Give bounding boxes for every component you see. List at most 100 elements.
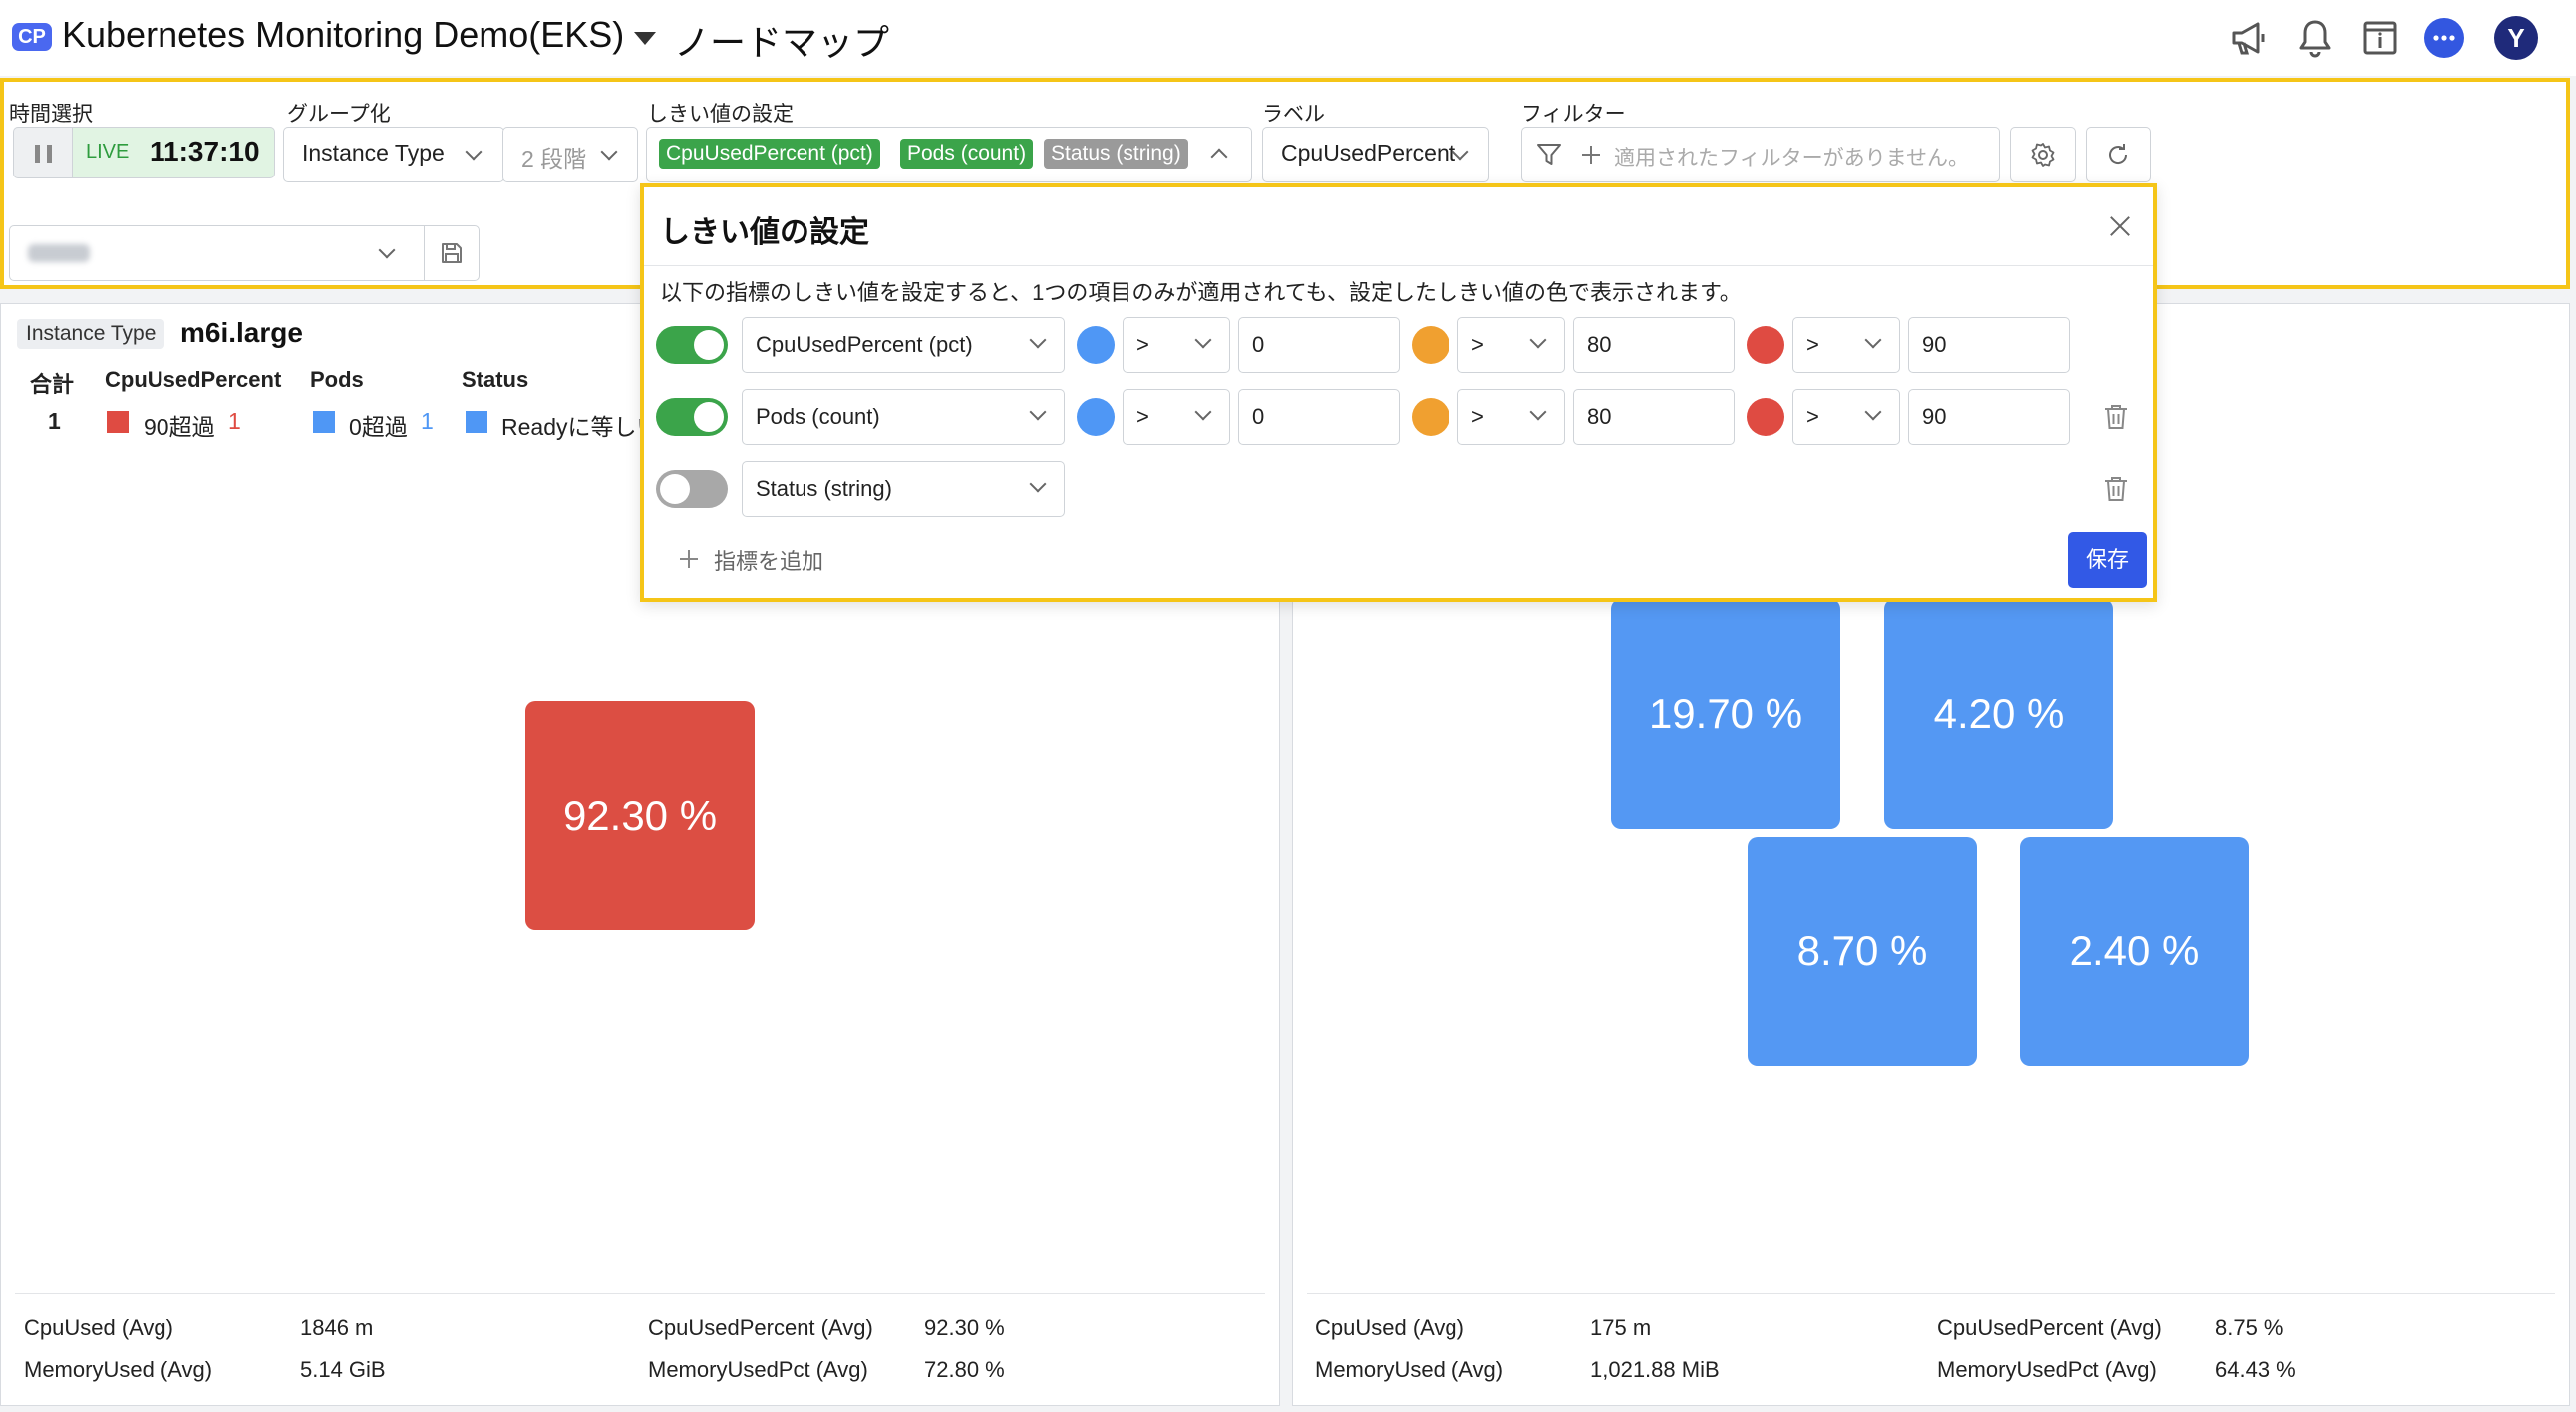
threshold-value: 90 <box>1922 404 1947 429</box>
node-tile[interactable]: 4.20 % <box>1884 599 2113 829</box>
group-by-select[interactable]: Instance Type <box>283 127 504 182</box>
label-value: CpuUsedPercent <box>1281 140 1456 166</box>
chevron-down-icon <box>1194 403 1212 421</box>
color-dot-orange[interactable] <box>1412 326 1449 364</box>
close-icon[interactable] <box>2105 211 2135 241</box>
threshold-toggle[interactable] <box>656 398 728 436</box>
threshold-value-input[interactable]: 0 <box>1238 317 1400 373</box>
label-label: ラベル <box>1262 103 1325 126</box>
color-dot-red[interactable] <box>1747 326 1784 364</box>
stat-label: CpuUsedPercent (Avg) <box>1937 1315 2162 1340</box>
refresh-button[interactable] <box>2086 127 2151 182</box>
info-panel-icon[interactable] <box>2356 14 2404 62</box>
threshold-settings-popup: しきい値の設定 以下の指標のしきい値を設定すると、1つの項目のみが適用されても、… <box>640 183 2157 602</box>
group-name: m6i.large <box>180 317 303 348</box>
color-dot-red[interactable] <box>1747 398 1784 436</box>
group-depth-select[interactable]: 2 段階 <box>502 127 638 182</box>
gear-icon <box>2031 143 2055 167</box>
threshold-chip[interactable]: Status (string) <box>1044 139 1188 169</box>
threshold-value-input[interactable]: 90 <box>1908 389 2070 445</box>
filter-placeholder: 適用されたフィルターがありません。 <box>1614 147 1969 170</box>
live-time: 11:37:10 <box>150 136 260 167</box>
operator-select[interactable]: > <box>1792 389 1900 445</box>
legend-total-value: 1 <box>48 408 61 434</box>
threshold-chip[interactable]: CpuUsedPercent (pct) <box>659 139 880 169</box>
metric-select[interactable]: Status (string) <box>742 461 1065 517</box>
live-time-display[interactable]: LIVE 11:37:10 <box>72 127 275 178</box>
group-depth-value: 2 段階 <box>521 146 587 172</box>
threshold-toggle[interactable] <box>656 326 728 364</box>
save-view-button[interactable] <box>424 225 480 281</box>
blurred-view-name <box>28 244 90 262</box>
group-by-value: Instance Type <box>302 140 445 166</box>
color-dot-blue[interactable] <box>1077 326 1115 364</box>
threshold-toggle[interactable] <box>656 470 728 508</box>
stat-value: 1846 m <box>300 1315 374 1340</box>
stat-value: 72.80 % <box>924 1357 1005 1382</box>
operator-select[interactable]: > <box>1123 389 1230 445</box>
group-type-badge: Instance Type <box>17 319 165 349</box>
operator-select[interactable]: > <box>1457 317 1565 373</box>
plus-icon[interactable] <box>678 548 700 570</box>
filter-label: フィルター <box>1521 103 1626 126</box>
node-tile[interactable]: 92.30 % <box>525 701 755 930</box>
threshold-value: 80 <box>1587 404 1612 429</box>
stat-value: 175 m <box>1590 1315 1652 1340</box>
refresh-icon <box>2109 144 2128 164</box>
settings-button[interactable] <box>2010 127 2076 182</box>
operator-select[interactable]: > <box>1123 317 1230 373</box>
filter-input[interactable]: 適用されたフィルターがありません。 <box>1521 127 2000 182</box>
threshold-value-input[interactable]: 0 <box>1238 389 1400 445</box>
threshold-value: 90 <box>1922 332 1947 357</box>
bell-icon[interactable] <box>2291 14 2339 62</box>
pause-button[interactable] <box>13 127 73 178</box>
add-metric-button[interactable]: 指標を追加 <box>714 544 823 576</box>
caret-down-icon[interactable] <box>634 32 656 45</box>
saved-view-select[interactable] <box>9 225 426 281</box>
threshold-value: 0 <box>1252 332 1265 357</box>
threshold-value-input[interactable]: 80 <box>1573 317 1735 373</box>
node-tile[interactable]: 8.70 % <box>1748 837 1977 1066</box>
label-select[interactable]: CpuUsedPercent <box>1262 127 1489 182</box>
legend-status-text: Readyに等しい <box>501 414 660 440</box>
color-dot-blue[interactable] <box>1077 398 1115 436</box>
user-avatar[interactable]: Y <box>2494 16 2538 60</box>
live-label: LIVE <box>86 141 130 163</box>
popup-title: しきい値の設定 <box>660 216 869 249</box>
chevron-down-icon <box>600 143 618 161</box>
trash-icon[interactable] <box>2103 475 2129 503</box>
save-icon <box>442 243 462 263</box>
node-tile[interactable]: 19.70 % <box>1611 599 1840 829</box>
stat-value: 92.30 % <box>924 1315 1005 1340</box>
threshold-select[interactable]: CpuUsedPercent (pct) Pods (count) Status… <box>646 127 1252 182</box>
node-tile[interactable]: 2.40 % <box>2020 837 2249 1066</box>
operator-value: > <box>1136 404 1149 429</box>
divider <box>644 265 2153 266</box>
project-selector[interactable]: Kubernetes Monitoring Demo(EKS) <box>62 14 624 56</box>
threshold-chip[interactable]: Pods (count) <box>900 139 1034 169</box>
threshold-value: 80 <box>1587 332 1612 357</box>
save-button[interactable]: 保存 <box>2068 532 2147 588</box>
threshold-value-input[interactable]: 90 <box>1908 317 2070 373</box>
color-dot-orange[interactable] <box>1412 398 1449 436</box>
stat-value: 64.43 % <box>2215 1357 2296 1382</box>
threshold-label: しきい値の設定 <box>647 103 794 126</box>
metric-select[interactable]: CpuUsedPercent (pct) <box>742 317 1065 373</box>
operator-value: > <box>1136 332 1149 357</box>
threshold-value-input[interactable]: 80 <box>1573 389 1735 445</box>
legend-pods-count: 1 <box>421 408 434 434</box>
plus-icon[interactable] <box>1580 144 1602 166</box>
chat-icon[interactable] <box>2420 14 2468 62</box>
chevron-down-icon <box>1864 403 1882 421</box>
chevron-down-icon <box>1029 475 1047 493</box>
metric-select-value: CpuUsedPercent (pct) <box>756 332 973 357</box>
divider <box>1307 1293 2555 1294</box>
stat-label: MemoryUsedPct (Avg) <box>648 1357 868 1382</box>
popup-description: 以下の指標のしきい値を設定すると、1つの項目のみが適用されても、設定したしきい値… <box>660 280 1742 305</box>
megaphone-icon[interactable] <box>2226 14 2274 62</box>
metric-select[interactable]: Pods (count) <box>742 389 1065 445</box>
operator-select[interactable]: > <box>1792 317 1900 373</box>
operator-select[interactable]: > <box>1457 389 1565 445</box>
trash-icon[interactable] <box>2103 403 2129 431</box>
chevron-down-icon <box>1529 403 1547 421</box>
